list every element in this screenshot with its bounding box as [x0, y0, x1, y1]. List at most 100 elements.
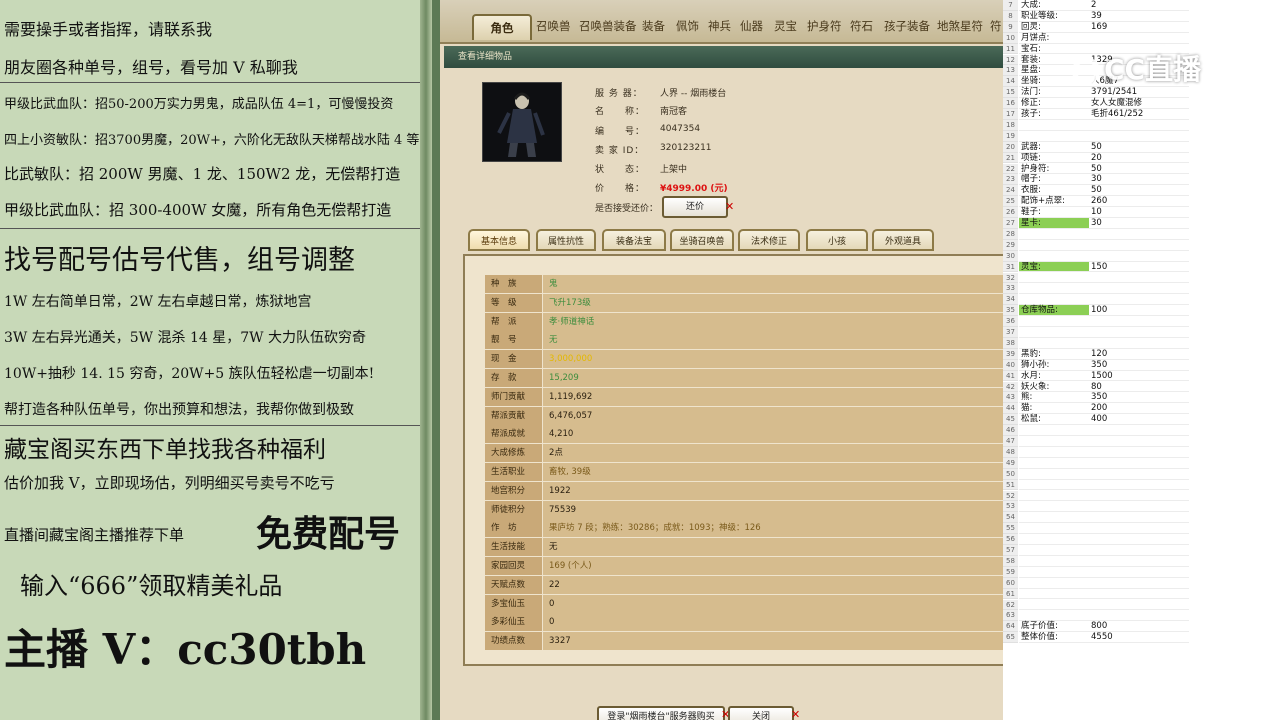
sheet-cell-label[interactable]: 猫: [1019, 403, 1089, 415]
tab-appearance[interactable]: 外观道具 [872, 229, 934, 251]
sheet-cell-value[interactable] [1089, 425, 1189, 436]
sheet-cell-label[interactable] [1019, 556, 1089, 567]
sheet-cell-label[interactable] [1019, 589, 1089, 600]
sheet-cell-value[interactable]: 169 [1089, 22, 1189, 33]
sheet-cell-label[interactable]: 衣服: [1019, 185, 1089, 197]
sheet-cell-label[interactable]: 职业等级: [1019, 11, 1089, 22]
sheet-cell-label[interactable] [1019, 534, 1089, 545]
sheet-cell-label[interactable] [1019, 469, 1089, 480]
sheet-cell-value[interactable] [1089, 436, 1189, 447]
sheet-cell-label[interactable] [1019, 447, 1089, 458]
tab-summon[interactable]: 召唤兽 [536, 16, 571, 36]
sheet-cell-label[interactable]: 灵宝: [1019, 261, 1089, 273]
sheet-cell-label[interactable] [1019, 131, 1089, 142]
close-button[interactable]: 关闭 [728, 706, 794, 720]
sheet-cell-label[interactable]: 妖火象: [1019, 382, 1089, 393]
sheet-cell-label[interactable] [1019, 480, 1089, 491]
tab-divine-weapon[interactable]: 神兵 [708, 16, 731, 36]
sheet-cell-value[interactable] [1089, 610, 1189, 622]
sheet-cell-label[interactable]: 仓库物品: [1019, 305, 1089, 317]
sheet-cell-label[interactable] [1019, 251, 1089, 262]
sheet-cell-value[interactable]: 毛折461/252 [1089, 109, 1189, 120]
sheet-cell-label[interactable]: 松鼠: [1019, 414, 1089, 426]
sheet-cell-value[interactable] [1089, 556, 1189, 567]
tab-accessory[interactable]: 佩饰 [676, 16, 699, 36]
sheet-cell-label[interactable] [1019, 294, 1089, 306]
sheet-cell-value[interactable]: 400 [1089, 414, 1189, 426]
sheet-cell-value[interactable] [1089, 447, 1189, 458]
sheet-cell-value[interactable] [1089, 545, 1189, 556]
sheet-cell-value[interactable]: 39 [1089, 11, 1189, 22]
sheet-cell-value[interactable]: 120 [1089, 349, 1189, 360]
sheet-cell-label[interactable] [1019, 273, 1089, 284]
sheet-cell-value[interactable] [1089, 338, 1189, 349]
sheet-cell-value[interactable]: 1500 [1089, 371, 1189, 382]
sheet-cell-label[interactable]: 底子价值: [1019, 621, 1089, 633]
sheet-cell-value[interactable] [1089, 600, 1189, 611]
sheet-cell-label[interactable]: 配饰+点翠: [1019, 196, 1089, 208]
sheet-cell-value[interactable] [1089, 578, 1189, 589]
sheet-cell-value[interactable] [1089, 523, 1189, 535]
sheet-cell-value[interactable]: 30 [1089, 218, 1189, 229]
sheet-cell-value[interactable] [1089, 501, 1189, 513]
sheet-cell-value[interactable] [1089, 480, 1189, 491]
sheet-cell-label[interactable] [1019, 316, 1089, 327]
sheet-cell-label[interactable] [1019, 600, 1089, 611]
sheet-cell-value[interactable] [1089, 229, 1189, 240]
sheet-cell-label[interactable]: 修正: [1019, 98, 1089, 109]
sheet-cell-label[interactable] [1019, 338, 1089, 349]
sheet-cell-value[interactable] [1089, 458, 1189, 469]
sheet-cell-label[interactable] [1019, 491, 1089, 502]
sheet-cell-label[interactable] [1019, 578, 1089, 589]
tab-mount-summon[interactable]: 坐骑召唤兽 [670, 229, 734, 251]
sheet-cell-value[interactable] [1089, 567, 1189, 578]
sheet-cell-value[interactable]: 4550 [1089, 632, 1189, 644]
sheet-cell-label[interactable] [1019, 501, 1089, 513]
sheet-cell-label[interactable]: 狮小孙: [1019, 360, 1089, 371]
sheet-cell-label[interactable]: 孩子: [1019, 109, 1089, 120]
sheet-cell-value[interactable]: 10 [1089, 207, 1189, 218]
sheet-cell-value[interactable]: 800 [1089, 621, 1189, 633]
tab-fairy-item[interactable]: 仙器 [740, 16, 763, 36]
sheet-cell-label[interactable]: 护身符: [1019, 164, 1089, 175]
sheet-cell-value[interactable]: 50 [1089, 142, 1189, 153]
tab-summon-equip[interactable]: 召唤兽装备 [579, 16, 637, 36]
sheet-cell-value[interactable] [1089, 273, 1189, 284]
tab-rune-stone[interactable]: 符石 [850, 16, 873, 36]
sheet-cell-value[interactable]: 100 [1089, 305, 1189, 317]
sheet-cell-label[interactable] [1019, 567, 1089, 578]
sheet-cell-value[interactable]: 50 [1089, 185, 1189, 197]
sheet-cell-label[interactable]: 大成: [1019, 0, 1089, 11]
login-server-buy-button[interactable]: 登录"烟雨楼台"服务器购买 [597, 706, 725, 720]
sheet-cell-value[interactable]: 80 [1089, 382, 1189, 393]
tab-attributes[interactable]: 属性抗性 [536, 229, 596, 251]
sheet-cell-value[interactable]: 200 [1089, 403, 1189, 415]
sheet-cell-label[interactable] [1019, 283, 1089, 295]
sheet-cell-label[interactable] [1019, 120, 1089, 131]
sheet-cell-label[interactable] [1019, 327, 1089, 338]
sheet-cell-label[interactable]: 武器: [1019, 142, 1089, 153]
sheet-cell-value[interactable] [1089, 327, 1189, 338]
tab-star-rune[interactable]: 地煞星符 [937, 16, 983, 36]
tab-more[interactable]: 符 [990, 16, 1002, 36]
sheet-cell-value[interactable]: 350 [1089, 392, 1189, 404]
sheet-cell-label[interactable]: 整体价值: [1019, 632, 1089, 644]
tab-spell-correction[interactable]: 法术修正 [738, 229, 800, 251]
tab-role[interactable]: 角色 [472, 14, 532, 40]
sheet-cell-label[interactable] [1019, 610, 1089, 622]
sheet-cell-value[interactable] [1089, 534, 1189, 545]
tab-equip-treasure[interactable]: 装备法宝 [602, 229, 666, 251]
sheet-cell-value[interactable] [1089, 491, 1189, 502]
counter-offer-button[interactable]: 还价 [662, 196, 728, 218]
sheet-cell-value[interactable] [1089, 120, 1189, 131]
sheet-cell-value[interactable]: 150 [1089, 262, 1189, 273]
sheet-cell-label[interactable]: 鞋子: [1019, 207, 1089, 218]
tab-child-equip[interactable]: 孩子装备 [884, 16, 930, 36]
sheet-cell-value[interactable]: 女人女魔混修 [1089, 98, 1189, 109]
sheet-cell-label[interactable] [1019, 545, 1089, 556]
sheet-cell-label[interactable] [1019, 512, 1089, 524]
sheet-cell-value[interactable] [1089, 283, 1189, 295]
sheet-cell-value[interactable] [1089, 469, 1189, 480]
sheet-cell-label[interactable]: 回灵: [1019, 22, 1089, 33]
sheet-cell-value[interactable] [1089, 589, 1189, 600]
